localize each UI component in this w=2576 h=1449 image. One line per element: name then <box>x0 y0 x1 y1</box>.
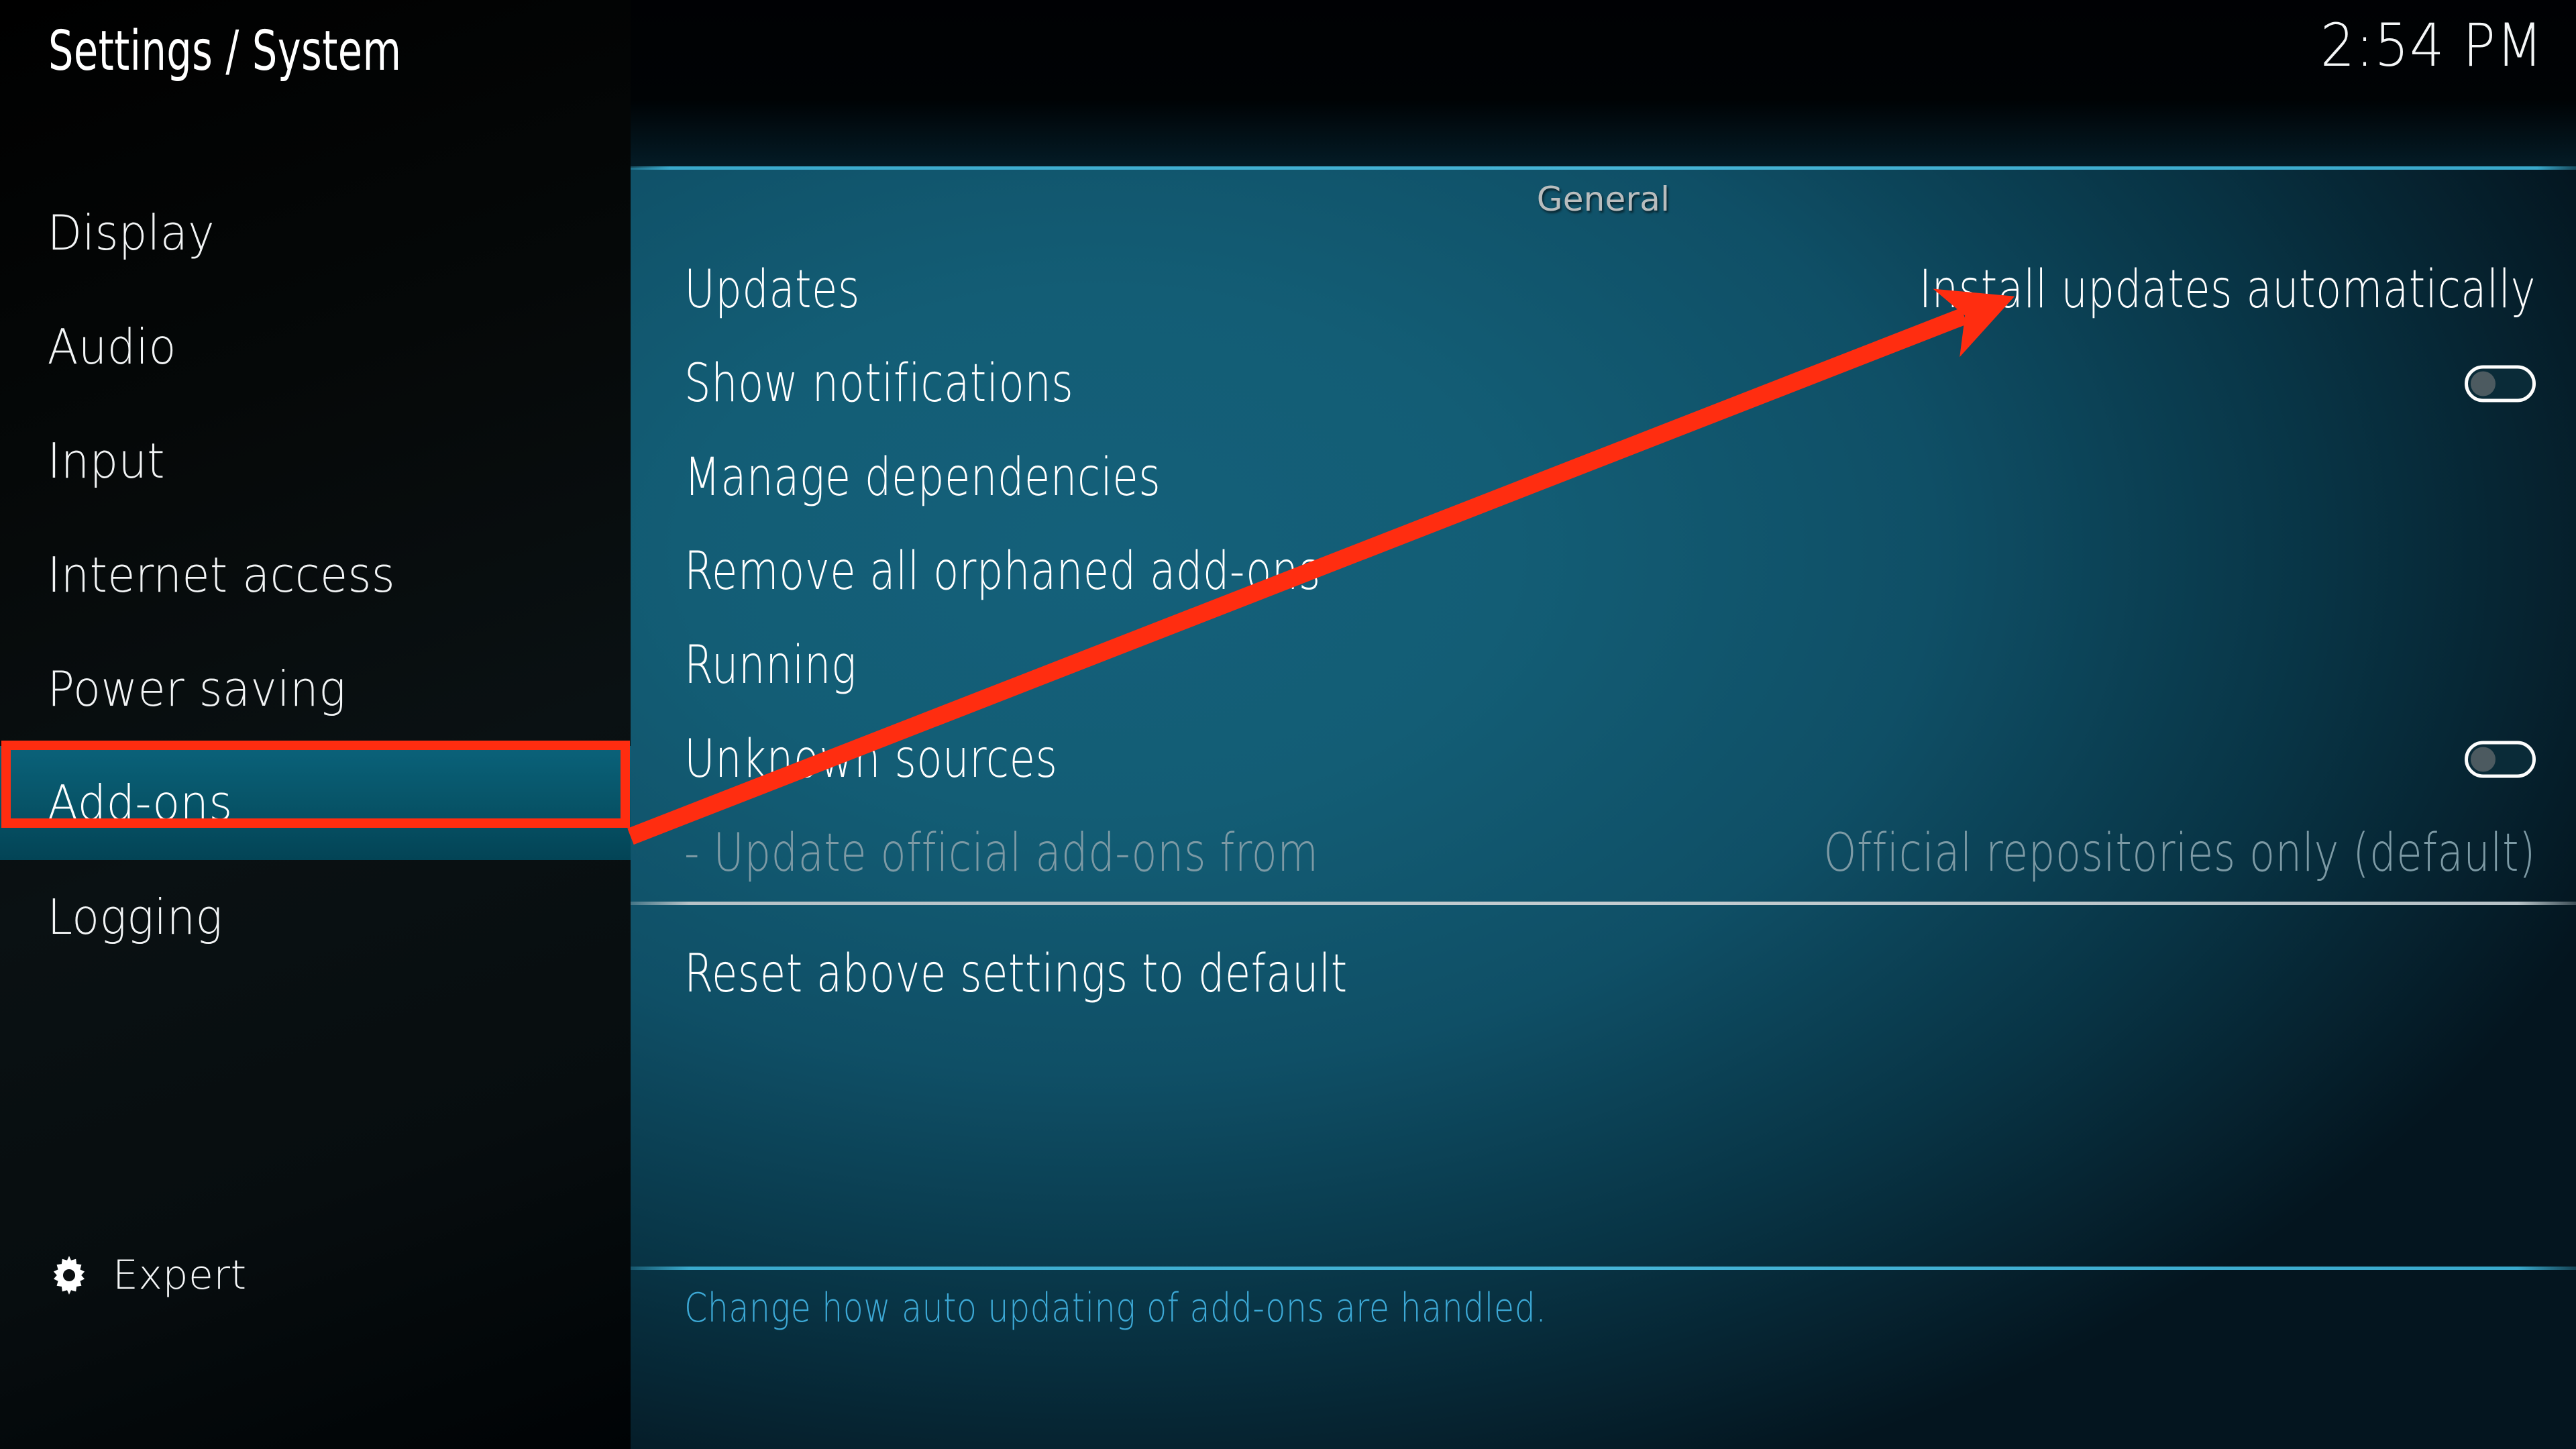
sidebar-item-label: Power saving <box>47 661 346 717</box>
setting-label: Remove all orphaned add-ons <box>684 541 1321 602</box>
show-notifications-toggle[interactable] <box>2465 365 2536 402</box>
sidebar-item-label: Internet access <box>47 547 396 603</box>
setting-row-show-notifications[interactable]: Show notifications <box>631 337 2576 431</box>
clock: 2:54 PM <box>2320 11 2544 80</box>
setting-value[interactable]: Install updates automatically <box>1919 264 2536 316</box>
sidebar-item-label: Display <box>47 205 215 261</box>
setting-label: - Update official add-ons from <box>684 823 1319 883</box>
sidebar-item-input[interactable]: Input <box>0 404 631 518</box>
setting-label: Reset above settings to default <box>684 944 1348 1004</box>
header-separator <box>631 166 2576 170</box>
setting-row-updates[interactable]: Updates Install updates automatically <box>631 243 2576 337</box>
content-header-strip <box>631 0 2576 168</box>
help-separator <box>631 1267 2576 1270</box>
section-title: General <box>1536 180 1670 219</box>
setting-value: Official repositories only (default) <box>1823 823 2536 883</box>
sidebar-item-label: Logging <box>47 889 223 945</box>
setting-label: Show notifications <box>684 354 1074 414</box>
sidebar-item-label: Add-ons <box>47 775 233 831</box>
sidebar-item-label: Audio <box>47 319 176 375</box>
setting-row-unknown-sources[interactable]: Unknown sources <box>631 712 2576 806</box>
kodi-settings-screen: 2:54 PM General Updates Install updates … <box>0 0 2576 1449</box>
toggle-knob <box>2471 747 2496 772</box>
setting-label: Unknown sources <box>684 729 1058 790</box>
sidebar-item-logging[interactable]: Logging <box>0 860 631 974</box>
gear-icon <box>48 1254 90 1296</box>
setting-row-update-official-addons-from: - Update official add-ons from Official … <box>631 806 2576 900</box>
setting-row-manage-dependencies[interactable]: Manage dependencies <box>631 431 2576 525</box>
sidebar-menu: Display Audio Input Internet access Powe… <box>0 176 631 974</box>
unknown-sources-toggle[interactable] <box>2465 741 2536 778</box>
setting-label: Manage dependencies <box>684 447 1161 508</box>
reset-section-divider <box>631 902 2576 905</box>
setting-row-running[interactable]: Running <box>631 619 2576 712</box>
help-text: Change how auto updating of add-ons are … <box>684 1285 1547 1332</box>
setting-row-reset-to-default[interactable]: Reset above settings to default <box>631 927 2576 1021</box>
sidebar-item-internet-access[interactable]: Internet access <box>0 518 631 632</box>
page-title: Settings / System <box>48 19 402 83</box>
setting-label: Running <box>684 635 857 696</box>
sidebar-item-power-saving[interactable]: Power saving <box>0 632 631 746</box>
setting-label: Updates <box>684 260 860 320</box>
settings-sidebar: Settings / System Display Audio Input In… <box>0 0 631 1449</box>
sidebar-item-label: Input <box>47 433 165 489</box>
toggle-knob <box>2471 371 2496 396</box>
sidebar-item-audio[interactable]: Audio <box>0 290 631 404</box>
settings-list: Updates Install updates automatically Sh… <box>631 243 2576 900</box>
sidebar-item-add-ons[interactable]: Add-ons <box>0 746 631 860</box>
settings-level-label: Expert <box>113 1252 247 1299</box>
setting-row-remove-orphaned-addons[interactable]: Remove all orphaned add-ons <box>631 525 2576 619</box>
settings-level-button[interactable]: Expert <box>48 1254 247 1296</box>
sidebar-item-display[interactable]: Display <box>0 176 631 290</box>
settings-content-panel: 2:54 PM General Updates Install updates … <box>631 0 2576 1449</box>
